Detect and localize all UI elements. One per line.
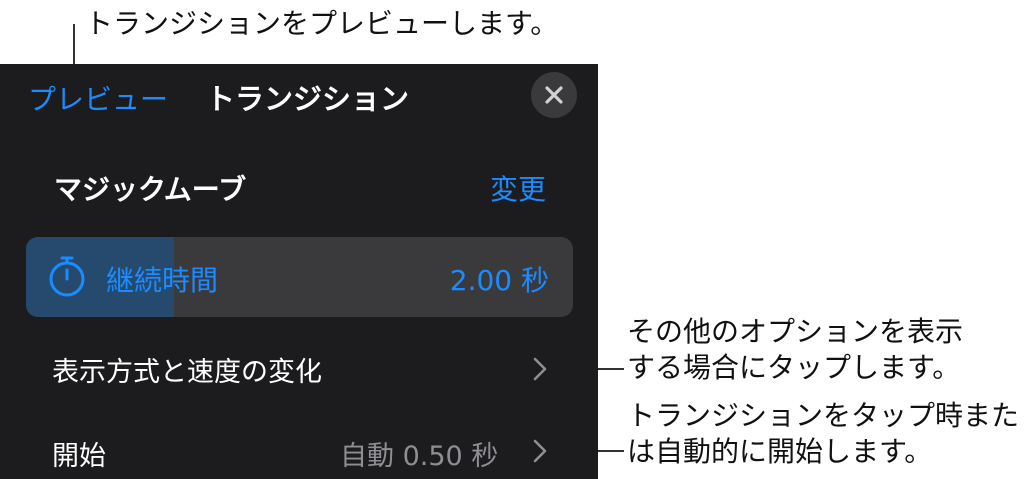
callout-preview: トランジションをプレビューします。 <box>85 7 559 40</box>
close-button[interactable] <box>531 72 577 118</box>
start-row-value: 自動 0.50 秒 <box>340 441 499 472</box>
chevron-right-icon[interactable] <box>532 356 548 382</box>
callout-start-line1: トランジションをタップ時また <box>627 399 1020 432</box>
callout-start-line2: は自動的に開始します。 <box>627 435 933 468</box>
duration-slider[interactable]: 継続時間 2.00 秒 <box>26 237 573 317</box>
start-row-label[interactable]: 開始 <box>52 434 106 473</box>
stopwatch-icon <box>49 256 85 297</box>
close-icon <box>545 86 563 104</box>
change-button[interactable]: 変更 <box>490 168 546 208</box>
preview-button[interactable]: プレビュー <box>28 78 168 118</box>
duration-value: 2.00 秒 <box>449 264 549 297</box>
callout-options-line1: その他のオプションを表示 <box>627 315 964 348</box>
delivery-row-label[interactable]: 表示方式と速度の変化 <box>52 350 322 389</box>
transition-panel: プレビュー トランジション マジックムーブ 変更 継続時間 2.00 秒 表示方… <box>0 64 598 479</box>
panel-title: トランジション <box>206 82 410 116</box>
duration-label: 継続時間 <box>106 264 219 297</box>
callout-options-line2: する場合にタップします。 <box>627 351 961 384</box>
chevron-right-icon[interactable] <box>532 438 548 464</box>
effect-name: マジックムーブ <box>54 173 247 206</box>
